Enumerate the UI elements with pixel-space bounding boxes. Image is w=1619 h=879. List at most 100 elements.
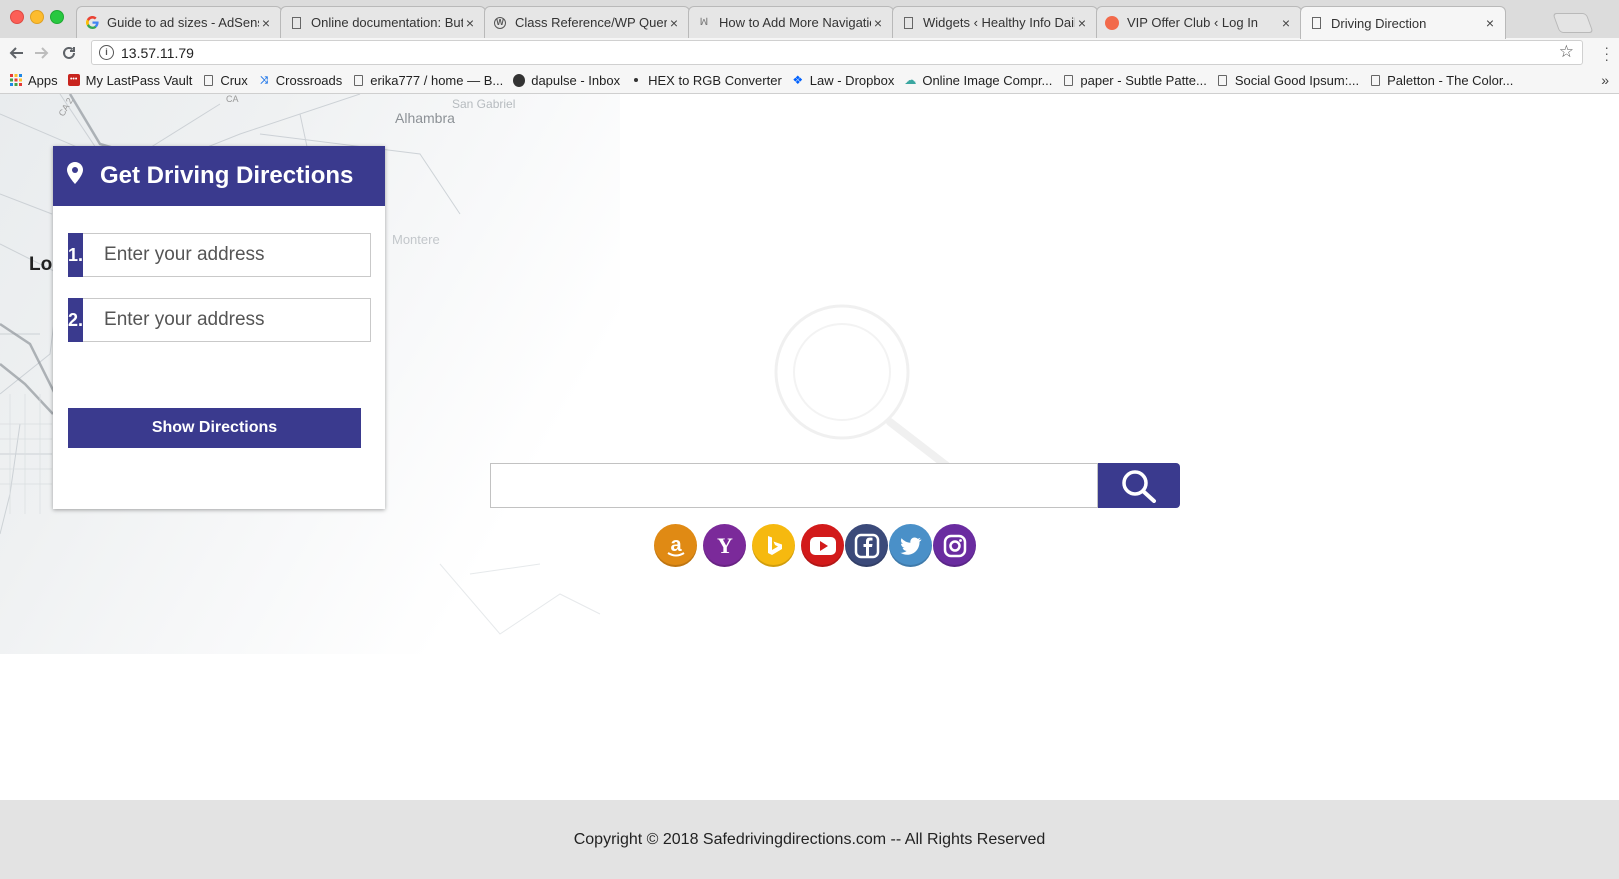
orange-dot-icon: [1105, 15, 1119, 30]
browser-tab[interactable]: Online documentation: Butt ×: [280, 6, 486, 38]
map-label: Montere: [392, 232, 440, 247]
page-icon: [352, 74, 364, 87]
instagram-icon[interactable]: [933, 524, 976, 567]
tab-title: VIP Offer Club ‹ Log In: [1127, 15, 1259, 30]
map-label: CA: [226, 94, 239, 104]
bookmark-crux[interactable]: Crux: [202, 72, 248, 88]
page-icon: [1062, 74, 1074, 87]
close-tab-icon[interactable]: ×: [871, 15, 885, 31]
search-icon: [1122, 469, 1156, 503]
bookmark-dropbox[interactable]: ❖ Law - Dropbox: [792, 72, 895, 88]
browser-tab[interactable]: Guide to ad sizes - AdSense ×: [76, 6, 282, 38]
page-footer: Copyright © 2018 Safedrivingdirections.c…: [0, 800, 1619, 879]
directions-panel: Get Driving Directions 1. 2. Show Direct…: [53, 146, 385, 509]
search-engine-icons: a Y: [654, 524, 977, 568]
close-tab-icon[interactable]: ×: [1279, 15, 1293, 31]
bookmark-subtle-patterns[interactable]: paper - Subtle Patte...: [1062, 72, 1207, 88]
copyright-text: Copyright © 2018 Safedrivingdirections.c…: [573, 830, 1046, 848]
browser-toolbar: i 13.57.11.79 ☆ · · ·: [0, 38, 1619, 67]
youtube-icon[interactable]: [801, 524, 844, 567]
reload-icon[interactable]: [58, 42, 80, 64]
bookmark-image-compressor[interactable]: ☁ Online Image Compr...: [904, 73, 1052, 88]
svg-text:a: a: [670, 534, 682, 556]
wpbeginner-icon: ꟽ: [699, 17, 709, 28]
wordpress-icon: W: [493, 16, 507, 30]
page-icon: [202, 74, 214, 87]
browser-menu-icon[interactable]: · · ·: [1604, 40, 1609, 66]
bookmark-hex-rgb[interactable]: HEX to RGB Converter: [630, 73, 782, 88]
svg-text:Y: Y: [717, 533, 733, 558]
dot-icon: [630, 74, 642, 87]
tab-title: Online documentation: Butt: [311, 15, 463, 30]
bookmark-crossroads[interactable]: ⤨ Crossroads: [258, 73, 342, 88]
page-icon: [1309, 16, 1323, 30]
search-input[interactable]: [490, 463, 1098, 508]
search-button[interactable]: [1098, 463, 1180, 508]
close-tab-icon[interactable]: ×: [1075, 15, 1089, 31]
bookmark-dapulse[interactable]: dapulse - Inbox: [513, 73, 620, 88]
bookmark-label: My LastPass Vault: [85, 72, 193, 88]
cloud-icon: ☁: [904, 73, 917, 87]
close-window-button[interactable]: [10, 10, 24, 24]
tab-title: How to Add More Navigatio: [719, 15, 871, 30]
browser-tab[interactable]: Widgets ‹ Healthy Info Daily ×: [892, 6, 1098, 38]
close-tab-icon[interactable]: ×: [463, 15, 477, 31]
shuffle-icon: ⤨: [259, 74, 268, 86]
address-row-1: 1.: [68, 233, 372, 277]
bookmark-label: HEX to RGB Converter: [648, 72, 782, 88]
page-content: Alhambra San Gabriel Montere Lo CA 2 CA …: [0, 94, 1619, 879]
new-tab-button[interactable]: [1552, 13, 1594, 33]
back-arrow-icon[interactable]: [5, 42, 27, 64]
bookmark-label: paper - Subtle Patte...: [1080, 72, 1207, 88]
bookmark-erika[interactable]: erika777 / home — B...: [352, 73, 503, 88]
yahoo-icon[interactable]: Y: [703, 524, 746, 567]
tab-title: Class Reference/WP Query: [515, 15, 667, 30]
browser-tab[interactable]: ꟽ How to Add More Navigatio ×: [688, 6, 894, 38]
apps-grid-icon: [10, 74, 22, 87]
bookmark-label: Apps: [28, 72, 58, 88]
browser-tab[interactable]: W Class Reference/WP Query ×: [484, 6, 690, 38]
close-tab-icon[interactable]: ×: [259, 15, 273, 31]
bookmarks-bar: Apps ••• My LastPass Vault Crux ⤨ Crossr…: [0, 67, 1619, 94]
bookmark-apps[interactable]: Apps: [10, 73, 58, 88]
bookmark-label: Crux: [220, 72, 248, 88]
page-icon: [1369, 74, 1381, 87]
destination-address-input[interactable]: [83, 298, 372, 342]
directions-header: Get Driving Directions: [53, 146, 385, 206]
bookmark-paletton[interactable]: Paletton - The Color...: [1369, 73, 1513, 88]
bookmark-lastpass[interactable]: ••• My LastPass Vault: [67, 72, 193, 88]
bookmark-label: Law - Dropbox: [809, 72, 895, 88]
minimize-window-button[interactable]: [30, 10, 44, 24]
map-label: Lo: [29, 254, 53, 275]
page-icon: [901, 16, 915, 30]
close-tab-icon[interactable]: ×: [667, 15, 681, 31]
twitter-icon[interactable]: [889, 524, 932, 567]
bookmark-label: Social Good Ipsum:...: [1234, 72, 1360, 88]
forward-arrow-icon[interactable]: [31, 42, 53, 64]
browser-tab-active[interactable]: Driving Direction ×: [1300, 6, 1506, 39]
browser-tab[interactable]: VIP Offer Club ‹ Log In ×: [1096, 6, 1302, 38]
bookmark-label: dapulse - Inbox: [531, 72, 621, 88]
step-number: 2.: [68, 298, 84, 342]
zoom-window-button[interactable]: [50, 10, 64, 24]
start-address-input[interactable]: [83, 233, 372, 277]
bing-icon[interactable]: [752, 524, 795, 567]
step-number: 1.: [68, 233, 84, 277]
dropbox-icon: ❖: [792, 73, 804, 87]
address-bar[interactable]: i 13.57.11.79 ☆: [91, 40, 1583, 65]
amazon-icon[interactable]: a: [654, 524, 697, 567]
bookmark-label: Crossroads: [275, 72, 343, 88]
tab-title: Driving Direction: [1331, 15, 1427, 31]
map-label: Alhambra: [395, 110, 455, 126]
directions-title: Get Driving Directions: [100, 162, 354, 189]
show-directions-button[interactable]: Show Directions: [68, 408, 361, 448]
facebook-icon[interactable]: [845, 524, 888, 567]
bookmark-star-icon[interactable]: ☆: [1559, 42, 1574, 62]
bookmark-social-good-ipsum[interactable]: Social Good Ipsum:...: [1217, 73, 1359, 88]
bookmark-label: Online Image Compr...: [922, 72, 1053, 88]
tab-title: Guide to ad sizes - AdSense: [107, 15, 259, 30]
info-icon[interactable]: i: [99, 45, 114, 60]
close-tab-icon[interactable]: ×: [1483, 15, 1497, 31]
bookmarks-overflow-icon[interactable]: »: [1601, 72, 1609, 88]
dapulse-icon: [513, 73, 526, 87]
